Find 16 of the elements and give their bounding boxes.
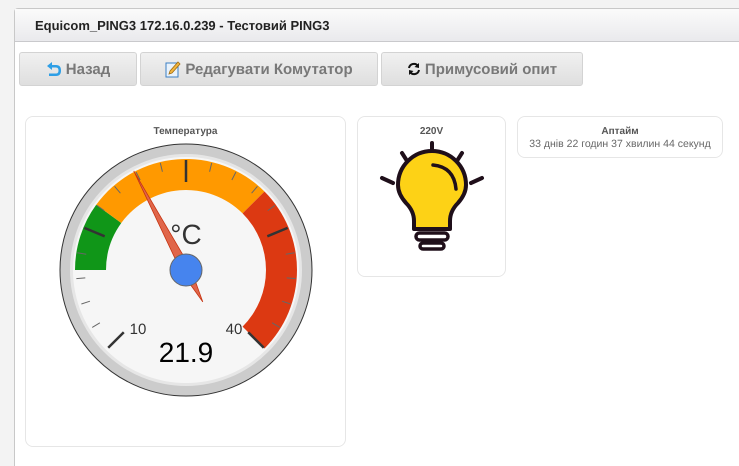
- gauge-unit: °C: [170, 219, 202, 250]
- undo-arrow-icon: [46, 61, 62, 77]
- refresh-icon: [406, 62, 421, 76]
- edit-note-icon: [165, 60, 182, 78]
- gauge-value: 21.9: [158, 337, 213, 368]
- lamp-title: 220V: [420, 125, 444, 137]
- uptime-value: 33 днів 22 годин 37 хвилин 44 секунд: [529, 138, 711, 150]
- gauge-min-label: 10: [129, 321, 146, 338]
- back-button[interactable]: Назад: [19, 52, 137, 86]
- gauge-max-label: 40: [225, 321, 242, 338]
- gauge-title: Температура: [154, 125, 218, 137]
- gauge-hub: [169, 254, 202, 286]
- refresh-button[interactable]: Примусовий опит: [381, 52, 583, 86]
- edit-button[interactable]: Редагувати Комутатор: [140, 52, 378, 86]
- window-title: Equicom_PING3 172.16.0.239 - Тестовий PING3: [35, 18, 330, 32]
- uptime-title: Аптайм: [601, 125, 639, 137]
